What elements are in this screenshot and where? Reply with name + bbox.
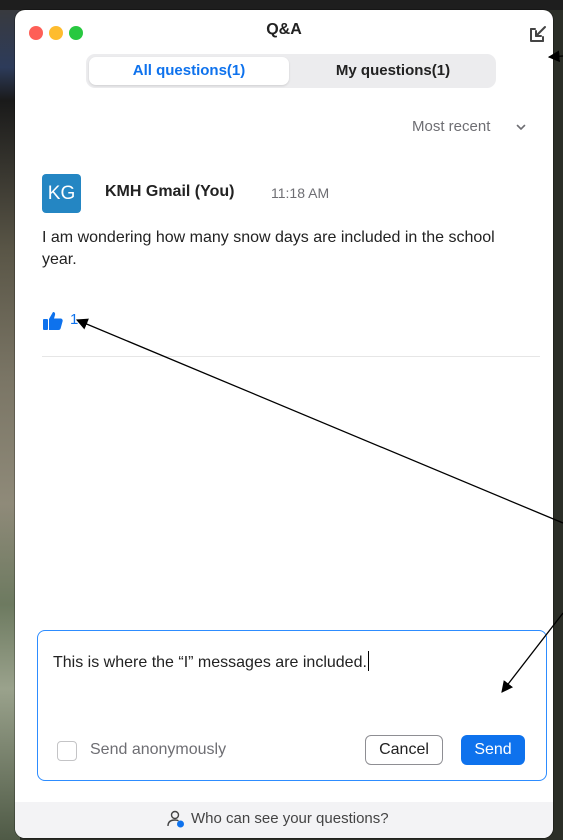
avatar: KG bbox=[42, 174, 81, 213]
send-anonymously-checkbox[interactable] bbox=[57, 741, 77, 761]
footer-bar: Who can see your questions? bbox=[15, 802, 553, 838]
thumbs-up-icon[interactable] bbox=[42, 310, 64, 332]
who-can-see-link[interactable]: Who can see your questions? bbox=[191, 810, 389, 827]
question-composer[interactable]: This is where the “I” messages are inclu… bbox=[37, 630, 547, 781]
send-anonymously-label[interactable]: Send anonymously bbox=[90, 741, 226, 759]
person-icon[interactable] bbox=[166, 809, 186, 829]
question-text: I am wondering how many snow days are in… bbox=[42, 229, 495, 268]
tab-all-questions[interactable]: All questions(1) bbox=[89, 57, 289, 85]
send-button[interactable]: Send bbox=[461, 735, 525, 765]
title-bar: Q&A bbox=[15, 10, 553, 55]
window-title: Q&A bbox=[266, 21, 302, 38]
merge-window-icon[interactable] bbox=[527, 23, 549, 45]
cancel-button[interactable]: Cancel bbox=[365, 735, 443, 765]
background-top bbox=[0, 0, 563, 10]
question-input-value: This is where the “I” messages are inclu… bbox=[53, 654, 367, 671]
text-caret bbox=[367, 651, 369, 671]
like-count[interactable]: 1 bbox=[70, 311, 78, 328]
chevron-down-icon[interactable] bbox=[515, 121, 527, 133]
question-input[interactable]: This is where the “I” messages are inclu… bbox=[53, 651, 369, 672]
tab-my-questions[interactable]: My questions(1) bbox=[294, 57, 492, 85]
question-filter-tabs: All questions(1) My questions(1) bbox=[86, 54, 496, 88]
qa-window: Q&A All questions(1) My questions(1) Mos… bbox=[15, 10, 553, 838]
question-time: 11:18 AM bbox=[271, 185, 330, 201]
divider bbox=[42, 356, 540, 357]
sort-dropdown[interactable]: Most recent bbox=[412, 118, 490, 135]
question-author: KMH Gmail (You) bbox=[105, 183, 235, 200]
